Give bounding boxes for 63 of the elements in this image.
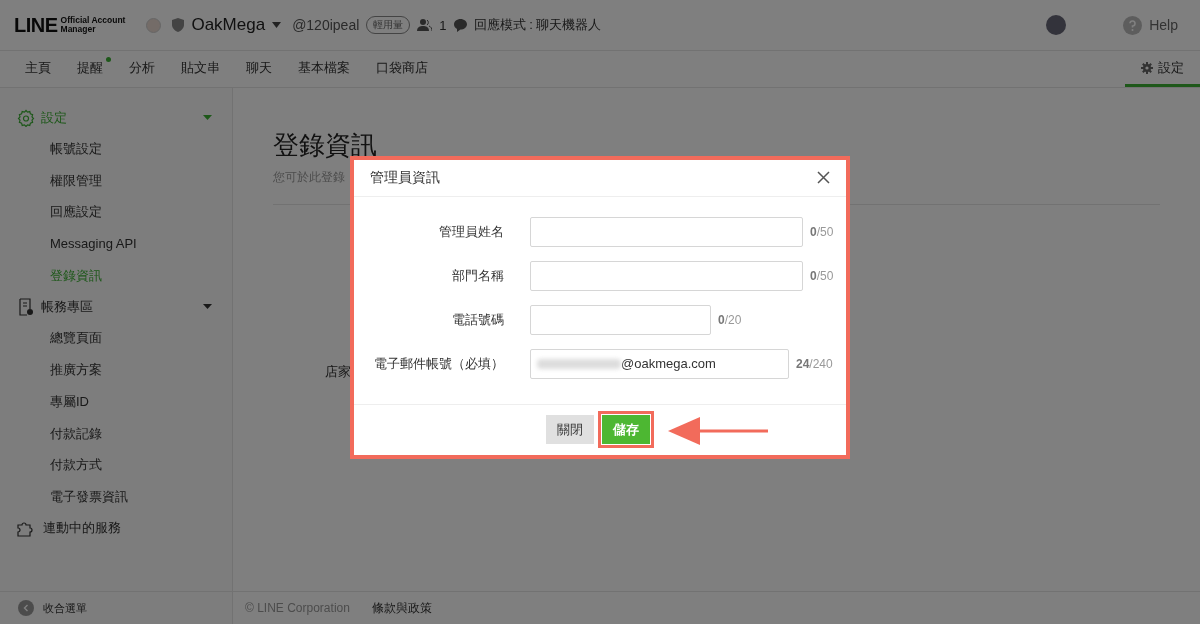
collapse-menu-link[interactable]: 收合選單 [43, 600, 87, 616]
sidebar-section-label: 設定 [41, 108, 68, 127]
sidebar-section-label: 連動中的服務 [43, 519, 122, 538]
sidebar-section[interactable]: 連動中的服務 [0, 512, 232, 544]
dialog-title: 管理員資訊 [370, 168, 440, 187]
sidebar-item[interactable]: 電子發票資訊 [0, 480, 232, 513]
chevron-left-icon[interactable] [18, 600, 34, 616]
document-icon [17, 297, 35, 316]
nav-tab[interactable]: 主頁 [12, 51, 64, 87]
nav-tab[interactable]: 提醒 [64, 51, 116, 87]
nav-tab[interactable]: 貼文串 [168, 51, 233, 87]
nav-tab[interactable]: 基本檔案 [285, 51, 363, 87]
nav-tab[interactable]: 口袋商店 [363, 51, 441, 87]
character-counter: 0/50 [810, 268, 834, 283]
help-icon[interactable] [1123, 15, 1143, 35]
help-link[interactable]: Help [1149, 17, 1178, 33]
text-input-field[interactable] [530, 216, 803, 247]
text-input-field[interactable] [530, 304, 711, 335]
field-label: 電話號碼 [451, 310, 504, 329]
sidebar-item[interactable]: 付款方式 [0, 449, 232, 481]
nav-tab[interactable]: 聊天 [233, 51, 285, 87]
page-title: 登錄資訊 [273, 129, 378, 162]
sidebar-item[interactable]: 總覽頁面 [0, 322, 232, 355]
pointer-arrow-icon [668, 415, 770, 446]
friends-count: 1 [439, 17, 447, 33]
response-mode[interactable]: 回應模式 : 聊天機器人 [473, 16, 602, 34]
sidebar-item[interactable]: 付款記錄 [0, 417, 232, 450]
sidebar-item[interactable]: 回應設定 [0, 196, 232, 229]
caret-icon[interactable] [203, 115, 212, 120]
gear-icon [1141, 61, 1153, 74]
sidebar-item[interactable]: 專屬ID [0, 385, 232, 418]
close-icon[interactable] [817, 171, 830, 184]
sidebar-item[interactable]: Messaging API [0, 228, 232, 260]
sidebar-section-label: 帳務專區 [41, 297, 94, 316]
field-label: 部門名稱 [451, 266, 504, 285]
terms-link[interactable]: 條款與政策 [371, 599, 432, 617]
sidebar-item[interactable]: 權限管理 [0, 164, 232, 197]
caret-icon[interactable] [272, 22, 282, 28]
text-input-field[interactable] [530, 260, 803, 291]
account-id: @120ipeal [292, 17, 360, 33]
sidebar-item[interactable]: 帳號設定 [0, 133, 232, 165]
character-counter: 24/240 [796, 356, 833, 371]
people-icon [417, 19, 433, 31]
shield-icon [172, 18, 185, 32]
account-name[interactable]: OakMega [191, 15, 266, 35]
chat-bubble-icon [453, 18, 467, 32]
sidebar-section[interactable]: 帳務專區 [0, 291, 232, 323]
user-avatar-icon[interactable] [1046, 15, 1067, 35]
text-input-field[interactable]: @oakmega.com [530, 348, 789, 379]
blurred-text-icon [537, 358, 621, 369]
field-label: 管理員姓名 [438, 222, 504, 241]
field-label: 電子郵件帳號（必填） [373, 354, 504, 373]
store-label: 店家 [325, 363, 351, 381]
character-counter: 0/20 [718, 312, 742, 327]
caret-icon[interactable] [203, 304, 212, 310]
gear-icon [17, 108, 35, 127]
close-button[interactable]: 關閉 [546, 415, 594, 444]
sidebar-item[interactable]: 推廣方案 [0, 354, 232, 386]
settings-tab[interactable]: 設定 [1125, 51, 1200, 87]
nav-tab[interactable]: 分析 [116, 51, 168, 87]
save-button[interactable]: 儲存 [602, 415, 650, 444]
account-avatar-icon [146, 17, 162, 33]
character-counter: 0/50 [810, 224, 834, 239]
